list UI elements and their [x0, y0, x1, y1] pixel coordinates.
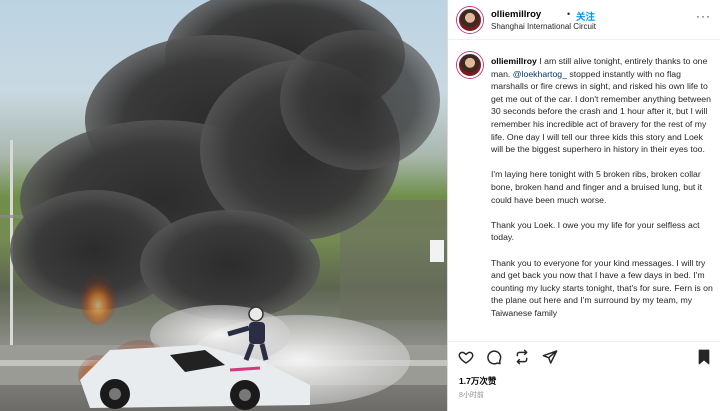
send-icon[interactable] — [542, 349, 558, 365]
header-username[interactable]: olliemillroy — [491, 9, 541, 20]
post-photo[interactable] — [0, 0, 447, 411]
comment-icon[interactable] — [486, 349, 502, 365]
post-time[interactable]: 8小时前 — [459, 390, 484, 400]
avatar[interactable] — [457, 7, 483, 33]
caption-paragraph: Thank you Loek. I owe you my life for yo… — [491, 219, 700, 243]
follow-button[interactable]: 关注 — [576, 9, 595, 23]
likes-count[interactable]: 1.7万次赞 — [459, 375, 496, 387]
caption-avatar[interactable] — [457, 52, 483, 78]
caption-area: olliemillroy I am still alive tonight, e… — [448, 41, 720, 341]
crash-scene-image — [0, 0, 447, 410]
action-bar — [448, 341, 720, 371]
repost-icon[interactable] — [514, 349, 530, 365]
separator-dot: • — [567, 9, 571, 19]
caption-username[interactable]: olliemillroy — [491, 56, 537, 66]
post-detail-panel: olliemillroy • 关注 Shanghai International… — [447, 0, 720, 411]
caption-paragraph: Thank you to everyone for your kind mess… — [491, 257, 713, 318]
heart-icon[interactable] — [458, 349, 474, 365]
post-caption: olliemillroy I am still alive tonight, e… — [491, 55, 713, 332]
caption-text: stopped instantly with no flag marshalls… — [491, 68, 711, 155]
mention-link[interactable]: @loekhartog_ — [513, 69, 567, 79]
caption-paragraph: I'm laying here tonight with 5 broken ri… — [491, 169, 703, 205]
bookmark-icon[interactable] — [696, 349, 712, 365]
more-options-icon[interactable]: ··· — [696, 9, 711, 23]
location-link[interactable]: Shanghai International Circuit — [491, 22, 596, 31]
caption-paragraph: olliemillroy I am still alive tonight, e… — [491, 55, 713, 156]
post-header: olliemillroy • 关注 Shanghai International… — [448, 0, 720, 40]
